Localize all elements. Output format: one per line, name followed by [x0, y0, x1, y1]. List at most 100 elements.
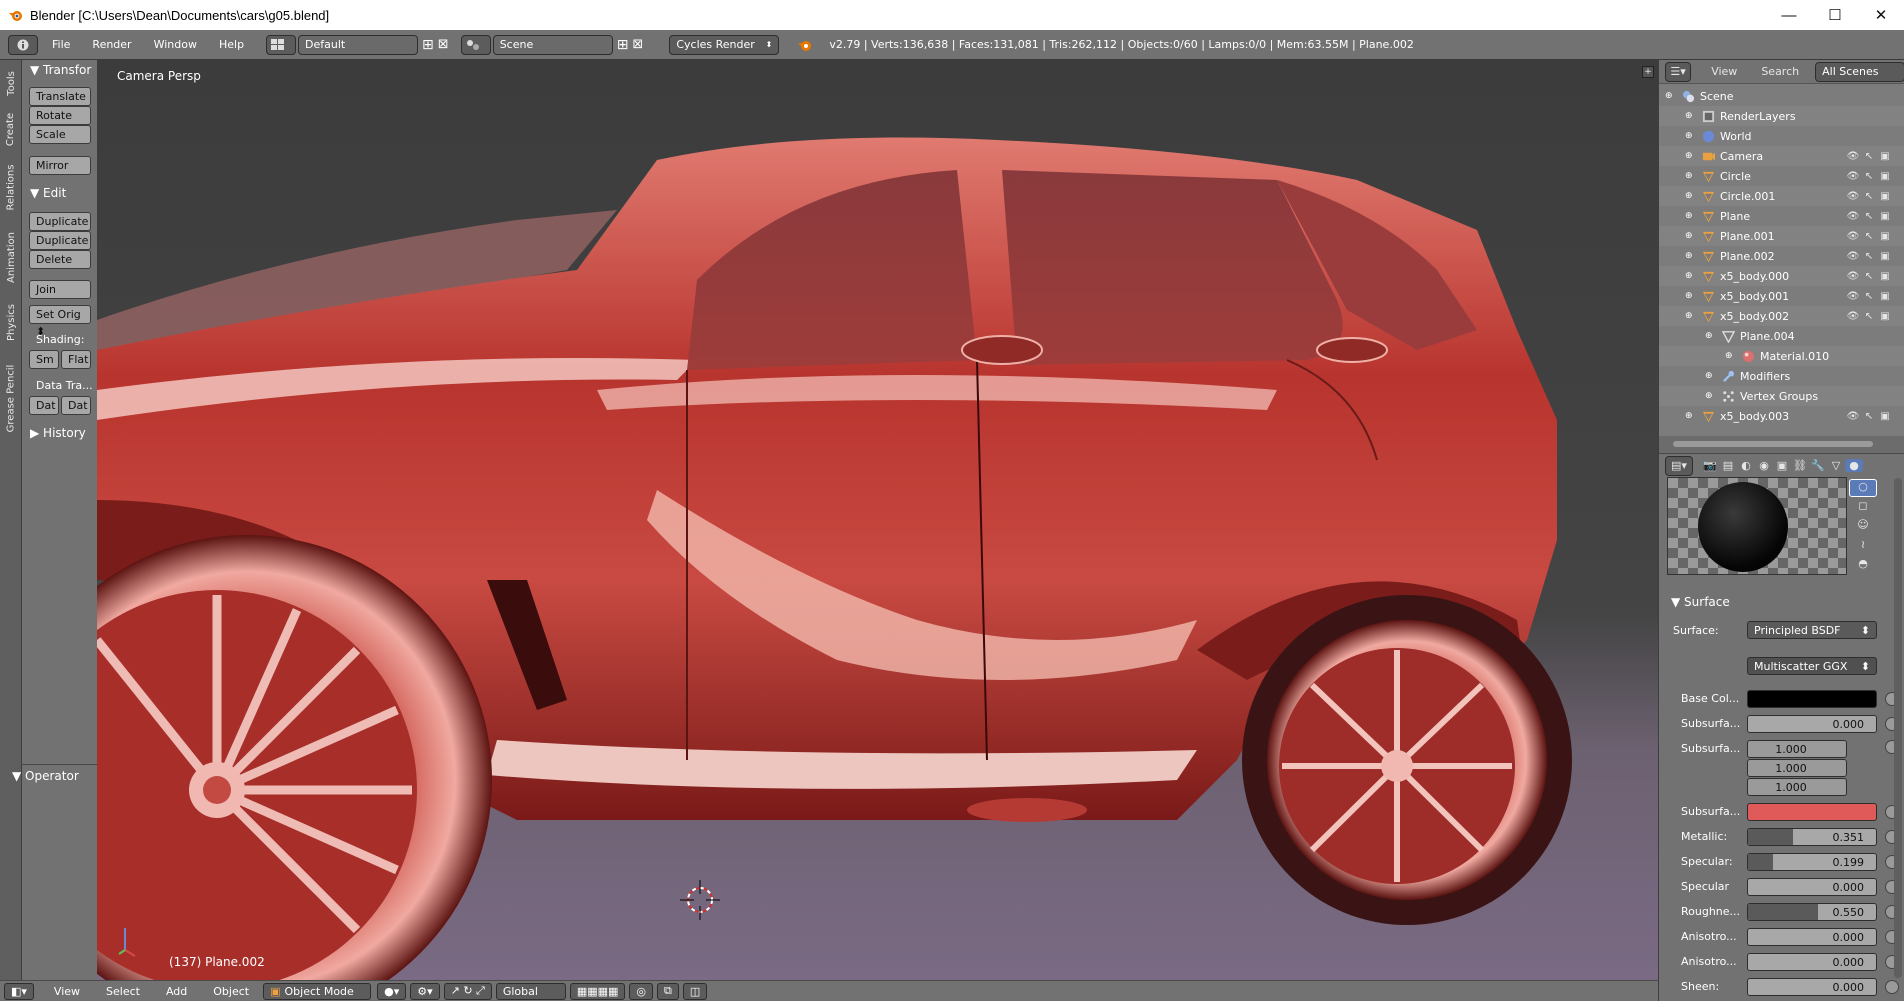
minimize-button[interactable]: — [1766, 0, 1812, 30]
delete-button[interactable]: Delete [29, 250, 91, 269]
outliner-row[interactable]: ⊕ x5_body.002 👁 ↖ ▣ [1659, 306, 1904, 326]
select-arrow-icon[interactable]: ↖ [1861, 291, 1877, 302]
select-arrow-icon[interactable]: ↖ [1861, 211, 1877, 222]
visibility-eye-icon[interactable]: 👁 [1845, 231, 1861, 242]
maximize-button[interactable]: ☐ [1812, 0, 1858, 30]
scale-button[interactable]: Scale [29, 125, 91, 144]
tab-relations[interactable]: Relations [3, 156, 19, 218]
outliner-row[interactable]: ⊕ Circle 👁 ↖ ▣ [1659, 166, 1904, 186]
value-slider[interactable]: 0.000 [1747, 978, 1877, 996]
proportional-edit-button[interactable]: ◎ [629, 982, 654, 1000]
snap-button[interactable]: ⧉ [657, 982, 679, 1000]
tab-physics[interactable]: Physics [3, 296, 19, 348]
outliner-row[interactable]: ⊕ x5_body.003 👁 ↖ ▣ [1659, 406, 1904, 426]
vector-component-field[interactable]: 1.000 [1747, 740, 1847, 758]
select-arrow-icon[interactable]: ↖ [1861, 171, 1877, 182]
rotate-button[interactable]: Rotate [29, 106, 91, 125]
add-layout-icon[interactable]: ⊞ [422, 37, 434, 53]
menu-object[interactable]: Object [213, 985, 249, 998]
color-swatch[interactable] [1747, 690, 1877, 708]
menu-help[interactable]: Help [219, 38, 244, 51]
duplicate-button[interactable]: Duplicate [29, 212, 91, 231]
editor-type-button[interactable] [8, 34, 38, 55]
set-origin-button[interactable]: Set Orig ⬍ [29, 305, 91, 338]
socket-link-button[interactable] [1885, 980, 1899, 994]
outliner-row[interactable]: ⊕ Material.010 [1659, 346, 1904, 366]
select-arrow-icon[interactable]: ↖ [1861, 271, 1877, 282]
join-button[interactable]: Join [29, 280, 91, 299]
visibility-eye-icon[interactable]: 👁 [1845, 151, 1861, 162]
remove-layout-icon[interactable]: ⊠ [438, 37, 449, 52]
expand-toggle-icon[interactable]: ⊕ [1705, 371, 1717, 381]
menu-view[interactable]: View [54, 985, 80, 998]
surface-panel-header[interactable]: ▼ Surface [1671, 595, 1730, 609]
render-camera-icon[interactable]: ▣ [1877, 151, 1893, 162]
select-arrow-icon[interactable]: ↖ [1861, 231, 1877, 242]
object-tab-icon[interactable]: ▣ [1773, 459, 1791, 472]
value-slider[interactable]: 0.000 [1747, 878, 1877, 896]
data-transfer-layout-button[interactable]: Dat [61, 396, 91, 415]
mirror-button[interactable]: Mirror [29, 156, 91, 175]
tab-tools[interactable]: Tools [3, 64, 19, 102]
outliner-menu-view[interactable]: View [1711, 65, 1737, 78]
render-camera-icon[interactable]: ▣ [1877, 211, 1893, 222]
translate-button[interactable]: Translate [29, 87, 91, 106]
operator-panel-header[interactable]: ▼ Operator [12, 769, 79, 783]
outliner-row[interactable]: ⊕ Plane.002 👁 ↖ ▣ [1659, 246, 1904, 266]
visibility-eye-icon[interactable]: 👁 [1845, 271, 1861, 282]
properties-editor-type-button[interactable]: ▤▾ [1665, 455, 1693, 476]
expand-toggle-icon[interactable]: ⊕ [1685, 231, 1697, 241]
value-slider[interactable]: 0.351 [1747, 828, 1877, 846]
tab-animation[interactable]: Animation [3, 222, 19, 292]
preview-hair-button[interactable]: ≀ [1849, 538, 1877, 556]
properties-scrollbar[interactable] [1894, 478, 1902, 978]
visibility-eye-icon[interactable]: 👁 [1845, 411, 1861, 422]
select-arrow-icon[interactable]: ↖ [1861, 151, 1877, 162]
expand-toggle-icon[interactable]: ⊕ [1725, 351, 1737, 361]
render-camera-icon[interactable]: ▣ [1877, 251, 1893, 262]
world-tab-icon[interactable]: ◉ [1755, 459, 1773, 472]
expand-toggle-icon[interactable]: ⊕ [1685, 271, 1697, 281]
preview-sky-button[interactable]: ◓ [1849, 557, 1877, 575]
duplicate-linked-button[interactable]: Duplicate [29, 231, 91, 250]
outliner-row[interactable]: ⊕ Camera 👁 ↖ ▣ [1659, 146, 1904, 166]
layers-grid[interactable]: ▦▦▦▦ [569, 982, 626, 1000]
shade-flat-button[interactable]: Flat [61, 350, 91, 369]
render-camera-icon[interactable]: ▣ [1877, 171, 1893, 182]
expand-toggle-icon[interactable]: ⊕ [1685, 171, 1697, 181]
expand-toggle-icon[interactable]: ⊕ [1685, 191, 1697, 201]
vector-component-field[interactable]: 1.000 [1747, 778, 1847, 796]
expand-toggle-icon[interactable]: ⊕ [1685, 211, 1697, 221]
menu-add[interactable]: Add [166, 985, 187, 998]
menu-window[interactable]: Window [154, 38, 197, 51]
outliner-menu-search[interactable]: Search [1761, 65, 1799, 78]
viewport-shading-dropdown[interactable]: ●▾ [377, 982, 407, 1000]
color-swatch[interactable] [1747, 803, 1877, 821]
expand-toggle-icon[interactable]: ⊕ [1685, 151, 1697, 161]
render-camera-icon[interactable]: ▣ [1877, 291, 1893, 302]
preview-cube-button[interactable]: ◻ [1849, 499, 1877, 517]
scene-field[interactable]: Scene [492, 34, 613, 55]
expand-toggle-icon[interactable]: ⊕ [1685, 411, 1697, 421]
expand-toggle-icon[interactable]: ⊕ [1685, 291, 1697, 301]
screen-layout-icon-button[interactable] [266, 34, 297, 55]
shade-smooth-button[interactable]: Sm [29, 350, 59, 369]
render-tab-icon[interactable]: 📷 [1701, 459, 1719, 472]
outliner-editor-type-button[interactable]: ☰▾ [1665, 61, 1692, 82]
screen-layout-field[interactable]: Default [298, 34, 419, 55]
vector-component-field[interactable]: 1.000 [1747, 759, 1847, 777]
render-camera-icon[interactable]: ▣ [1877, 271, 1893, 282]
visibility-eye-icon[interactable]: 👁 [1845, 311, 1861, 322]
expand-toggle-icon[interactable]: ⊕ [1685, 311, 1697, 321]
transform-orientation-dropdown[interactable]: Global [495, 982, 566, 1000]
mode-dropdown[interactable]: ▣ Object Mode [263, 982, 372, 1000]
outliner-horizontal-scrollbar[interactable] [1673, 441, 1873, 447]
preview-sphere-button[interactable]: ○ [1849, 479, 1877, 497]
visibility-eye-icon[interactable]: 👁 [1845, 191, 1861, 202]
visibility-eye-icon[interactable]: 👁 [1845, 291, 1861, 302]
outliner-row[interactable]: ⊕ RenderLayers [1659, 106, 1904, 126]
expand-toggle-icon[interactable]: ⊕ [1685, 131, 1697, 141]
value-slider[interactable]: 0.000 [1747, 928, 1877, 946]
value-slider[interactable]: 0.199 [1747, 853, 1877, 871]
remove-scene-icon[interactable]: ⊠ [632, 37, 643, 52]
